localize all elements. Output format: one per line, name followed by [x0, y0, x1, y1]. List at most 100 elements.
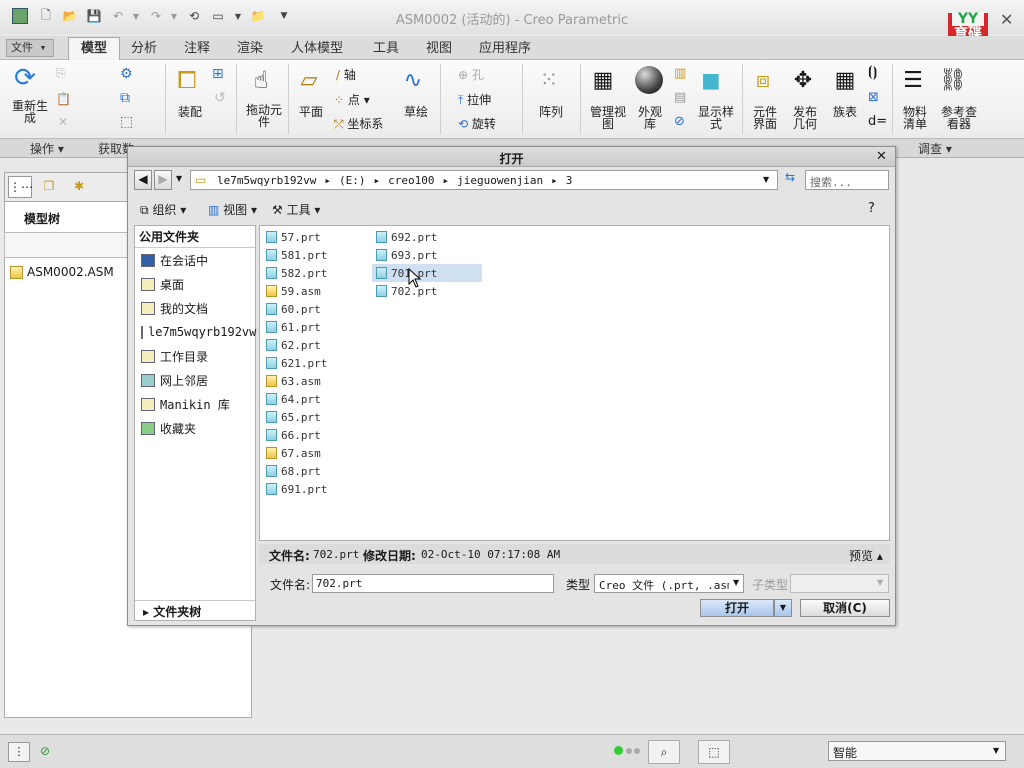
find-icon[interactable]: ⌕ [648, 740, 680, 764]
open-options-dropdown-icon[interactable]: ▼ [774, 599, 792, 617]
favorites-tab-icon[interactable]: ✱ [66, 176, 92, 198]
place-favorites[interactable]: 收藏夹 [135, 416, 255, 440]
place-my-documents[interactable]: 我的文档 [135, 296, 255, 320]
regenerate-button[interactable]: ⟳ 重新生成 [10, 63, 50, 124]
file-item[interactable]: 63.asm [262, 372, 368, 390]
drag-components-button[interactable]: ☝ 拖动元件 [246, 66, 282, 128]
tab-applications[interactable]: 应用程序 [472, 39, 538, 60]
sketch-button[interactable]: ∿ 草绘 [398, 66, 434, 119]
delete-icon[interactable]: ✕ [58, 115, 68, 129]
section-icon[interactable]: ▥ [674, 66, 686, 81]
component-interface-button[interactable]: ⧈ 元件界面 [748, 66, 782, 131]
manage-views-button[interactable]: ▦ 管理视图 [588, 66, 628, 131]
place-network[interactable]: 网上邻居 [135, 368, 255, 392]
file-item[interactable]: 702.prt [372, 282, 482, 300]
tree-item-root[interactable]: ASM0002.ASM [10, 265, 114, 279]
point-button[interactable]: ⁘ 点 ▾ [334, 91, 370, 108]
model-tree-tab-icon[interactable]: ⋮⋯ [8, 176, 33, 198]
file-item[interactable]: 67.asm [262, 444, 368, 462]
tab-annotate[interactable]: 注释 [177, 39, 217, 60]
d-equals-button[interactable]: d= [868, 114, 887, 129]
selection-box-icon[interactable]: ⬚ [698, 740, 730, 764]
organize-menu[interactable]: ⧉ 组织 ▾ [140, 201, 186, 218]
file-item[interactable]: 693.prt [372, 246, 482, 264]
dialog-close-icon[interactable]: ✕ [876, 149, 887, 164]
history-dropdown-icon[interactable]: ▼ [176, 174, 182, 183]
appearance-gallery-button[interactable]: 外观库 [634, 66, 666, 130]
file-item[interactable]: 65.prt [262, 408, 368, 426]
breadcrumb-item[interactable]: 3 [566, 174, 573, 187]
hole-button[interactable]: ⊕ 孔 [458, 66, 484, 83]
file-item[interactable]: 692.prt [372, 228, 482, 246]
paste-icon[interactable]: 📋 [56, 92, 71, 106]
file-item[interactable]: 691.prt [262, 480, 368, 498]
revolve-button[interactable]: ⟲ 旋转 [458, 115, 496, 132]
copy-geometry-icon[interactable]: ⧉ [120, 90, 130, 106]
selection-filter-select[interactable]: 智能 ▼ [828, 741, 1006, 761]
file-item[interactable]: 68.prt [262, 462, 368, 480]
place-desktop[interactable]: 桌面 [135, 272, 255, 296]
display-style-button[interactable]: ◼ 显示样式 [696, 66, 736, 130]
bom-button[interactable]: ☰ 物料清单 [898, 66, 932, 131]
group-operations[interactable]: 操作 ▾ [30, 140, 64, 157]
back-icon[interactable]: ◀ [134, 170, 152, 190]
tab-file[interactable]: 文件 ▾ [6, 39, 55, 57]
tab-tools[interactable]: 工具 [366, 39, 406, 60]
layers-icon[interactable]: ▤ [674, 90, 686, 105]
forward-icon[interactable]: ▶ [154, 170, 172, 190]
cancel-button[interactable]: 取消(C) [800, 599, 890, 617]
place-working-directory[interactable]: 工作目录 [135, 344, 255, 368]
browser-toggle-icon[interactable]: ⊘ [34, 742, 56, 762]
refresh-icon[interactable]: ⇆ [780, 170, 800, 190]
group-investigate[interactable]: 调查 ▾ [918, 140, 952, 157]
close-icon[interactable]: ✕ [1000, 10, 1013, 29]
assemble-button[interactable]: ⧠ 装配 [172, 66, 208, 118]
open-button[interactable]: 打开 [700, 599, 774, 617]
file-item[interactable]: 62.prt [262, 336, 368, 354]
search-input[interactable]: 搜索... [805, 170, 889, 190]
repeat-icon[interactable]: ↺ [214, 90, 226, 106]
subtype-select[interactable]: ▼ [790, 574, 889, 593]
shrinkwrap-icon[interactable]: ⬚ [120, 114, 133, 130]
tab-model[interactable]: 模型 [68, 37, 120, 61]
file-item[interactable]: 581.prt [262, 246, 368, 264]
file-item[interactable]: 582.prt [262, 264, 368, 282]
place-manikin-library[interactable]: Manikin 库 [135, 392, 255, 416]
user-defined-feature-icon[interactable]: ⚙ [120, 66, 133, 82]
type-select[interactable]: Creo 文件 (.prt, .asm, ▼ [594, 574, 744, 593]
filename-input[interactable]: 702.prt [312, 574, 554, 593]
folder-browser-tab-icon[interactable]: ❐ [36, 176, 62, 198]
relations-icon[interactable]: ⊠ [868, 90, 879, 105]
folder-tree-toggle[interactable]: ▸ 文件夹树 [135, 600, 255, 620]
tab-analysis[interactable]: 分析 [124, 39, 164, 60]
csys-button[interactable]: ⤱ 坐标系 [334, 115, 383, 132]
tab-view[interactable]: 视图 [419, 39, 459, 60]
navigator-toggle-icon[interactable]: ⋮ [8, 742, 30, 762]
file-item[interactable]: 64.prt [262, 390, 368, 408]
breadcrumb-item[interactable]: le7m5wqyrb192vw [217, 174, 316, 187]
pattern-button[interactable]: ⁙ 阵列 [534, 66, 568, 119]
create-component-icon[interactable]: ⊞ [212, 66, 224, 82]
preview-toggle[interactable]: 预览 ▴ [849, 547, 883, 564]
place-computer[interactable]: le7m5wqyrb192vw [135, 320, 256, 344]
file-item[interactable]: 621.prt [262, 354, 368, 372]
breadcrumb-item[interactable]: jieguowenjian [457, 174, 543, 187]
file-item[interactable]: 57.prt [262, 228, 368, 246]
breadcrumb-item[interactable]: (E:) [339, 174, 366, 187]
copy-icon[interactable]: ⎘ [56, 66, 66, 81]
place-in-session[interactable]: 在会话中 [135, 248, 255, 272]
tab-render[interactable]: 渲染 [230, 39, 270, 60]
extrude-button[interactable]: ⤒ 拉伸 [458, 91, 491, 108]
breadcrumb-item[interactable]: creo100 [388, 174, 434, 187]
publish-geometry-button[interactable]: ✥ 发布几何 [788, 66, 822, 131]
file-item-selected[interactable]: 701.prt [372, 264, 482, 282]
tab-manikin[interactable]: 人体模型 [284, 39, 350, 60]
file-item[interactable]: 66.prt [262, 426, 368, 444]
tools-menu[interactable]: ⚒ 工具 ▾ [272, 201, 320, 218]
context-help-icon[interactable]: ? [868, 201, 875, 216]
address-bar[interactable]: ▭ le7m5wqyrb192vw ▸ (E:) ▸ creo100 ▸ jieguo… [190, 170, 778, 190]
file-item[interactable]: 61.prt [262, 318, 368, 336]
hide-icon[interactable]: ⊘ [674, 114, 685, 129]
file-item[interactable]: 60.prt [262, 300, 368, 318]
reference-viewer-button[interactable]: ⛓ 参考查看器 [938, 66, 980, 131]
